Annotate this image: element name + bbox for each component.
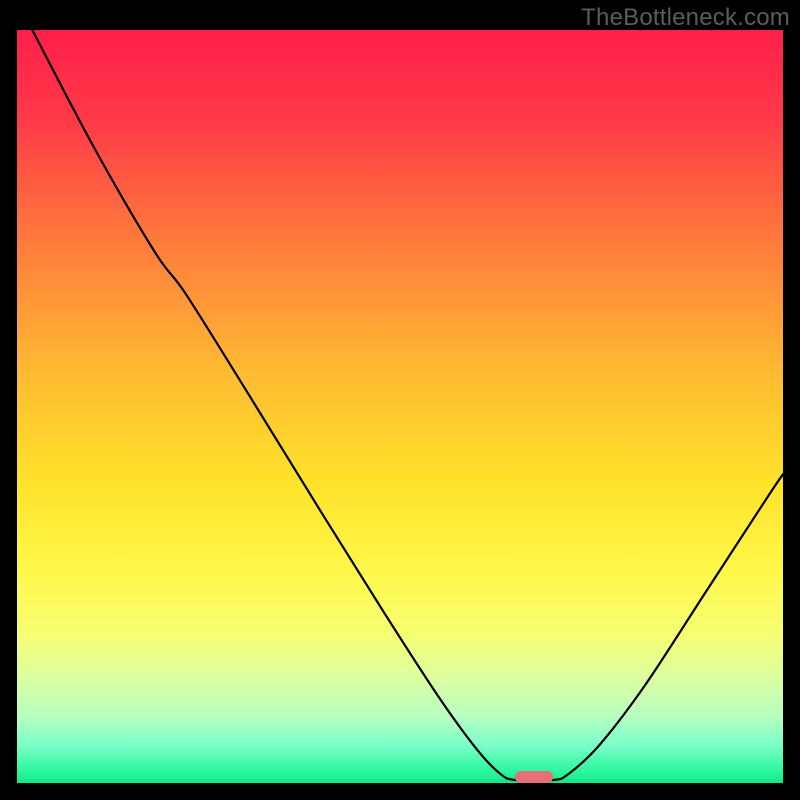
plot-area [17,30,783,783]
baseline-strip [17,779,783,783]
optimal-marker [515,771,553,783]
gradient-background [17,30,783,783]
watermark-text: TheBottleneck.com [581,4,790,32]
bottleneck-curve-svg [17,30,783,783]
chart-frame: TheBottleneck.com [0,0,800,800]
